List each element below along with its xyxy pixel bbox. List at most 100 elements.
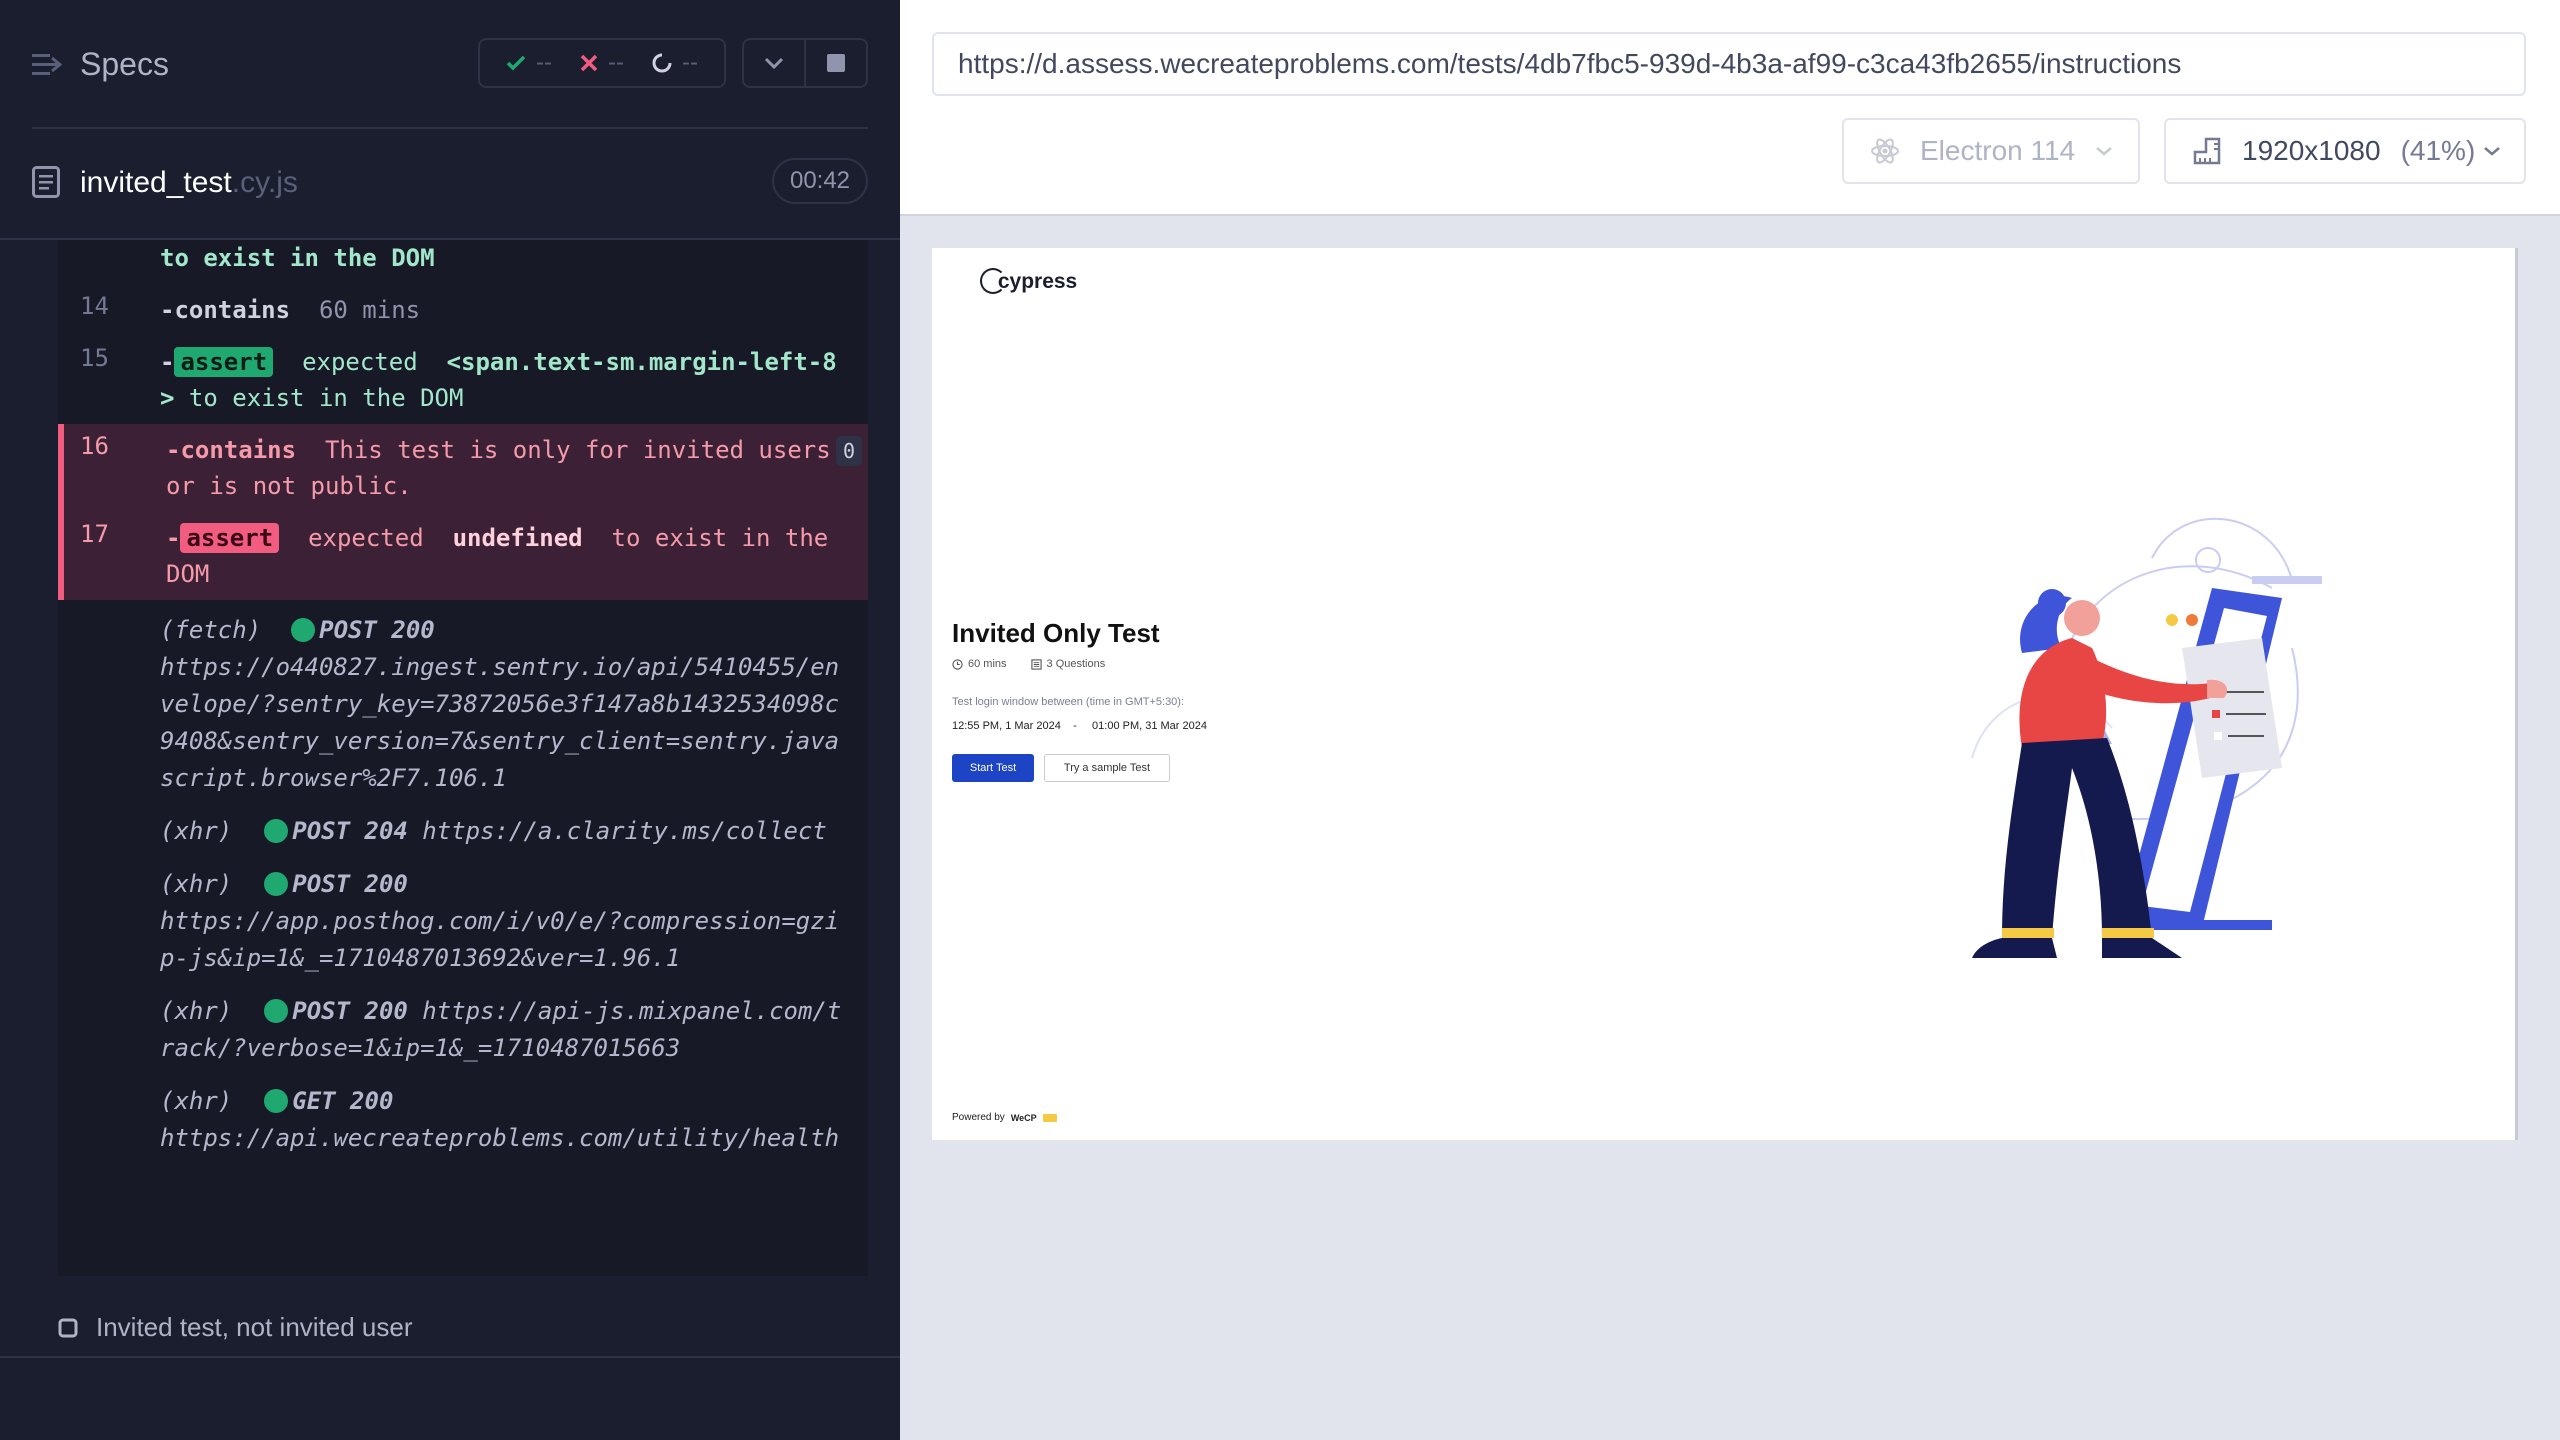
request-method-status: GET 200 <box>292 1087 394 1115</box>
request-kind: (xhr) <box>160 817 233 845</box>
request-kind: (xhr) <box>160 1087 233 1115</box>
test-title-row[interactable]: Invited test, not invited user <box>58 1312 413 1343</box>
test-status-square-icon <box>58 1318 78 1337</box>
reporter-header: Specs -- -- -- <box>0 0 900 128</box>
status-dot-icon <box>264 872 289 896</box>
viewport-size: 1920x1080 <box>2242 135 2381 166</box>
request-kind: (fetch) <box>160 616 262 644</box>
command-dash: - <box>160 348 175 376</box>
powered-by-label: Powered by <box>952 1112 1005 1123</box>
footer-divider <box>0 1356 900 1358</box>
command-dash: - <box>166 436 181 464</box>
expand-tests-button[interactable] <box>742 38 806 88</box>
request-kind: (xhr) <box>160 997 233 1025</box>
command-number: 15 <box>80 344 109 372</box>
viewport-selector[interactable]: 1920x1080 (41%) <box>2164 118 2526 184</box>
test-stats: -- -- -- <box>478 38 726 88</box>
request-url: https://o440827.ingest.sentry.io/api/541… <box>160 653 840 792</box>
powered-by: Powered by WeCP <box>952 1112 1059 1123</box>
start-test-button[interactable]: Start Test <box>952 754 1034 782</box>
viewport-scale: (41%) <box>2400 135 2476 166</box>
person-with-tablet-illustration <box>1971 517 2322 958</box>
network-request-row[interactable]: (xhr) POST 200 https://app.posthog.com/i/v… <box>58 860 868 987</box>
command-number: 17 <box>80 520 109 548</box>
stop-button[interactable] <box>804 38 868 88</box>
login-window-label: Test login window between (time in GMT+5… <box>952 696 1185 708</box>
command-row[interactable]: 15 - assert expected <span.text-sm.margin… <box>58 336 868 424</box>
command-log[interactable]: to exist in the DOM 14 -contains 60 mins… <box>58 240 868 1276</box>
browser-name: Electron 114 <box>1920 135 2076 166</box>
assert-badge: assert <box>174 347 274 377</box>
browser-selector[interactable]: Electron 114 <box>1842 118 2140 184</box>
status-dot-icon <box>264 999 289 1023</box>
command-dash: - <box>160 296 175 324</box>
spec-file-name[interactable]: invited_test.cy.js <box>80 166 298 200</box>
command-number: 14 <box>80 292 109 320</box>
network-request-row[interactable]: (fetch) POST 200 https://o440827.ingest.se… <box>58 600 868 807</box>
chevron-down-icon <box>764 57 784 69</box>
network-request-row[interactable]: (xhr) GET 200 https://api.wecreateproblems… <box>58 1077 868 1167</box>
file-icon <box>32 166 60 198</box>
request-method-status: POST 204 <box>292 817 408 845</box>
status-dot-icon <box>264 819 289 843</box>
electron-icon <box>1871 138 1899 164</box>
login-separator: - <box>1073 720 1077 732</box>
spec-file-row: invited_test.cy.js 00:42 <box>0 128 900 238</box>
request-kind: (xhr) <box>160 870 233 898</box>
specs-list-icon <box>32 53 62 75</box>
questions-meta: 3 Questions <box>1030 658 1106 670</box>
network-request-row[interactable]: (xhr) POST 204 https://a.clarity.ms/colle… <box>58 807 868 860</box>
pending-stat: -- <box>652 49 698 77</box>
failed-stat: -- <box>580 49 624 77</box>
check-icon <box>506 55 526 71</box>
request-method-status: POST 200 <box>292 997 408 1025</box>
questions-text: 3 Questions <box>1046 658 1106 670</box>
specs-label: Specs <box>80 46 169 82</box>
aut-iframe[interactable]: cypress Invited Only Test 60 mins 3 Ques… <box>932 248 2518 1140</box>
sample-test-button[interactable]: Try a sample Test <box>1044 754 1170 782</box>
command-dash: - <box>166 524 181 552</box>
clock-icon <box>952 658 963 670</box>
aut-header: https://d.assess.wecreateproblems.com/te… <box>900 0 2560 216</box>
x-icon <box>580 54 598 72</box>
specs-toggle-button[interactable]: Specs <box>32 46 169 83</box>
command-row-failed[interactable]: 17 - assert expected undefined to exist i… <box>64 512 868 600</box>
status-dot-icon <box>264 1089 289 1113</box>
command-row[interactable]: 14 -contains 60 mins <box>58 284 868 336</box>
request-url: https://app.posthog.com/i/v0/e/?compress… <box>160 907 840 972</box>
test-heading: Invited Only Test <box>952 618 1160 648</box>
request-url: https://api.wecreateproblems.com/utility… <box>160 1124 840 1152</box>
command-number: 16 <box>80 432 109 460</box>
network-request-row[interactable]: (xhr) POST 200 https://api-js.mixpanel.co… <box>58 987 868 1077</box>
command-message: 60 mins <box>318 296 421 324</box>
passed-stat: -- <box>506 49 552 77</box>
login-end: 01:00 PM, 31 Mar 2024 <box>1092 720 1207 732</box>
command-row-failed[interactable]: 16 -contains This test is only for invit… <box>64 424 868 512</box>
login-window-range: 12:55 PM, 1 Mar 2024 - 01:00 PM, 31 Mar … <box>952 720 1207 732</box>
duration-meta: 60 mins <box>952 658 1007 670</box>
spec-duration: 00:42 <box>772 158 868 204</box>
status-dot-icon <box>291 618 316 642</box>
passed-count: -- <box>536 49 552 76</box>
request-method-status: POST 200 <box>319 616 435 644</box>
cypress-logo-text: cypress <box>997 270 1078 293</box>
element-count-badge: 0 <box>836 436 862 466</box>
command-subject: undefined <box>452 524 583 552</box>
url-bar[interactable]: https://d.assess.wecreateproblems.com/te… <box>932 32 2526 96</box>
wecp-logo: WeCP <box>1010 1112 1037 1123</box>
chevron-down-icon <box>2484 147 2501 156</box>
login-start: 12:55 PM, 1 Mar 2024 <box>952 720 1061 732</box>
test-title: Invited test, not invited user <box>96 1312 413 1342</box>
spec-file-extension: .cy.js <box>231 166 298 199</box>
stop-icon <box>827 54 845 72</box>
pending-icon <box>652 53 672 73</box>
request-method-status: POST 200 <box>292 870 408 898</box>
assert-badge-failed: assert <box>180 523 280 553</box>
command-row[interactable]: to exist in the DOM <box>58 240 868 284</box>
command-name: contains <box>174 296 291 324</box>
cypress-logo: cypress <box>980 268 1077 294</box>
wecp-logo-mark <box>1042 1113 1057 1122</box>
chevron-down-icon <box>2096 147 2112 156</box>
spec-file-basename: invited_test <box>80 166 232 199</box>
pending-count: -- <box>682 49 698 76</box>
